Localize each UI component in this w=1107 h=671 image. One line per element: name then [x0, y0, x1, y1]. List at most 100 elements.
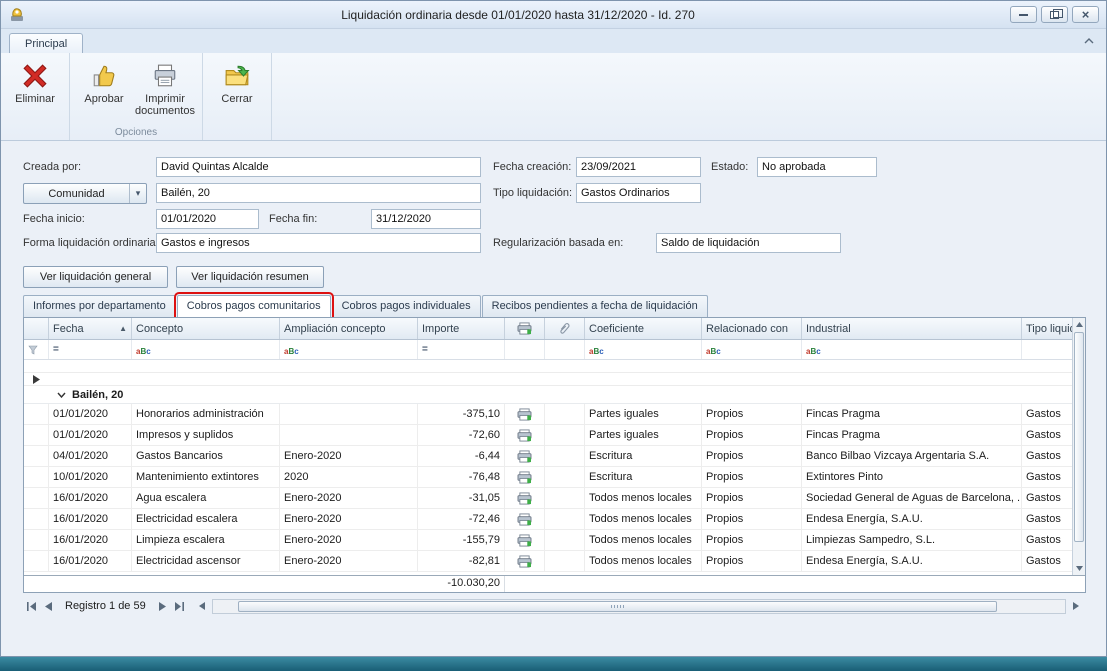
column-header-print[interactable] — [505, 318, 545, 339]
cell-concepto[interactable]: Limpieza escalera — [132, 530, 280, 550]
grid-data-row[interactable]: 01/01/2020Honorarios administración-375,… — [24, 404, 1072, 425]
row-indicator-cell[interactable] — [24, 530, 49, 550]
cell-coeficiente[interactable]: Todos menos locales — [585, 530, 702, 550]
cell-relacionado[interactable]: Propios — [702, 551, 802, 571]
vertical-scrollbar[interactable] — [1072, 318, 1085, 575]
cell-ampliacion[interactable]: Enero-2020 — [280, 488, 418, 508]
cell-importe[interactable]: -72,60 — [418, 425, 505, 445]
cell-industrial[interactable]: Endesa Energía, S.A.U. — [802, 551, 1022, 571]
cell-ampliacion[interactable]: Enero-2020 — [280, 551, 418, 571]
print-receipt-icon-cell[interactable] — [505, 530, 545, 550]
filter-concepto[interactable]: aBc — [132, 340, 280, 359]
hscroll-right-button[interactable] — [1067, 598, 1084, 614]
cell-relacionado[interactable]: Propios — [702, 425, 802, 445]
cell-attachment[interactable] — [545, 467, 585, 487]
cell-tipo[interactable]: Gastos — [1022, 425, 1072, 445]
column-header-relacionado[interactable]: Relacionado con — [702, 318, 802, 339]
horizontal-scroll-thumb[interactable] — [238, 601, 997, 612]
cell-fecha[interactable]: 16/01/2020 — [49, 488, 132, 508]
fecha-creacion-field[interactable]: 23/09/2021 — [576, 157, 701, 177]
restore-button[interactable] — [1041, 6, 1068, 23]
scroll-down-button[interactable] — [1073, 562, 1085, 575]
grid-data-row[interactable]: 10/01/2020Mantenimiento extintores2020-7… — [24, 467, 1072, 488]
cell-ampliacion[interactable] — [280, 404, 418, 424]
filter-relacionado[interactable]: aBc — [702, 340, 802, 359]
cell-coeficiente[interactable]: Todos menos locales — [585, 488, 702, 508]
last-record-button[interactable] — [171, 598, 188, 614]
cell-tipo[interactable]: Gastos — [1022, 404, 1072, 424]
cell-industrial[interactable]: Banco Bilbao Vizcaya Argentaria S.A. — [802, 446, 1022, 466]
fecha-inicio-field[interactable]: 01/01/2020 — [156, 209, 259, 229]
row-indicator-cell[interactable] — [24, 509, 49, 529]
cell-ampliacion[interactable]: Enero-2020 — [280, 446, 418, 466]
estado-field[interactable]: No aprobada — [757, 157, 877, 177]
forma-liquidacion-field[interactable]: Gastos e ingresos — [156, 233, 481, 253]
tab-cobros-pagos-comunitarios[interactable]: Cobros pagos comunitarios — [177, 295, 331, 317]
cell-importe[interactable]: -375,10 — [418, 404, 505, 424]
cell-industrial[interactable]: Fincas Pragma — [802, 425, 1022, 445]
column-header-ampliacion[interactable]: Ampliación concepto — [280, 318, 418, 339]
cell-attachment[interactable] — [545, 488, 585, 508]
print-receipt-icon-cell[interactable] — [505, 404, 545, 424]
grid-data-row[interactable]: 04/01/2020Gastos BancariosEnero-2020-6,4… — [24, 446, 1072, 467]
column-header-coeficiente[interactable]: Coeficiente — [585, 318, 702, 339]
grid-data-row[interactable]: 16/01/2020Electricidad ascensorEnero-202… — [24, 551, 1072, 572]
cell-concepto[interactable]: Electricidad ascensor — [132, 551, 280, 571]
row-indicator-cell[interactable] — [24, 446, 49, 466]
cell-importe[interactable]: -31,05 — [418, 488, 505, 508]
cell-concepto[interactable]: Gastos Bancarios — [132, 446, 280, 466]
hscroll-left-button[interactable] — [194, 598, 211, 614]
print-receipt-icon-cell[interactable] — [505, 551, 545, 571]
cell-attachment[interactable] — [545, 404, 585, 424]
grid-data-row[interactable]: 16/01/2020Limpieza escaleraEnero-2020-15… — [24, 530, 1072, 551]
comunidad-field[interactable]: Bailén, 20 — [156, 183, 481, 203]
cell-relacionado[interactable]: Propios — [702, 530, 802, 550]
cell-tipo[interactable]: Gastos — [1022, 467, 1072, 487]
creada-por-field[interactable]: David Quintas Alcalde — [156, 157, 481, 177]
filter-ampliacion[interactable]: aBc — [280, 340, 418, 359]
cell-tipo[interactable]: Gastos — [1022, 446, 1072, 466]
filter-industrial[interactable]: aBc — [802, 340, 1022, 359]
row-indicator-header[interactable] — [24, 318, 49, 339]
print-receipt-icon-cell[interactable] — [505, 509, 545, 529]
horizontal-scrollbar[interactable] — [212, 599, 1066, 614]
filter-print[interactable] — [505, 340, 545, 359]
filter-fecha[interactable]: = — [49, 340, 132, 359]
regularizacion-field[interactable]: Saldo de liquidación — [656, 233, 841, 253]
aprobar-button[interactable]: Aprobar — [75, 56, 133, 125]
cell-concepto[interactable]: Electricidad escalera — [132, 509, 280, 529]
vertical-scroll-thumb[interactable] — [1074, 332, 1084, 542]
tipo-liquidacion-field[interactable]: Gastos Ordinarios — [576, 183, 701, 203]
filter-tipo[interactable] — [1022, 340, 1072, 359]
cell-coeficiente[interactable]: Escritura — [585, 446, 702, 466]
imprimir-documentos-button[interactable]: Imprimir documentos — [133, 56, 197, 125]
cell-fecha[interactable]: 01/01/2020 — [49, 425, 132, 445]
print-receipt-icon-cell[interactable] — [505, 488, 545, 508]
cell-relacionado[interactable]: Propios — [702, 488, 802, 508]
comunidad-dropdown-button[interactable]: Comunidad ▾ — [23, 183, 147, 204]
grid-data-row[interactable]: 16/01/2020Agua escaleraEnero-2020-31,05 … — [24, 488, 1072, 509]
cell-importe[interactable]: -72,46 — [418, 509, 505, 529]
cell-fecha[interactable]: 16/01/2020 — [49, 551, 132, 571]
ver-liquidacion-general-button[interactable]: Ver liquidación general — [23, 266, 168, 288]
cell-fecha[interactable]: 16/01/2020 — [49, 530, 132, 550]
cell-fecha[interactable]: 04/01/2020 — [49, 446, 132, 466]
cell-attachment[interactable] — [545, 551, 585, 571]
column-header-industrial[interactable]: Industrial — [802, 318, 1022, 339]
cell-ampliacion[interactable] — [280, 425, 418, 445]
grid-data-row[interactable]: 16/01/2020Electricidad escaleraEnero-202… — [24, 509, 1072, 530]
eliminar-button[interactable]: Eliminar — [6, 56, 64, 125]
cell-coeficiente[interactable]: Escritura — [585, 467, 702, 487]
cell-ampliacion[interactable]: Enero-2020 — [280, 530, 418, 550]
cell-coeficiente[interactable]: Partes iguales — [585, 425, 702, 445]
scroll-up-button[interactable] — [1073, 318, 1085, 331]
filter-importe[interactable]: = — [418, 340, 505, 359]
cell-industrial[interactable]: Limpiezas Sampedro, S.L. — [802, 530, 1022, 550]
group-row[interactable]: Bailén, 20 — [24, 386, 1072, 404]
cell-attachment[interactable] — [545, 425, 585, 445]
cell-industrial[interactable]: Endesa Energía, S.A.U. — [802, 509, 1022, 529]
ver-liquidacion-resumen-button[interactable]: Ver liquidación resumen — [176, 266, 324, 288]
cell-attachment[interactable] — [545, 446, 585, 466]
row-indicator-cell[interactable] — [24, 467, 49, 487]
cell-importe[interactable]: -155,79 — [418, 530, 505, 550]
